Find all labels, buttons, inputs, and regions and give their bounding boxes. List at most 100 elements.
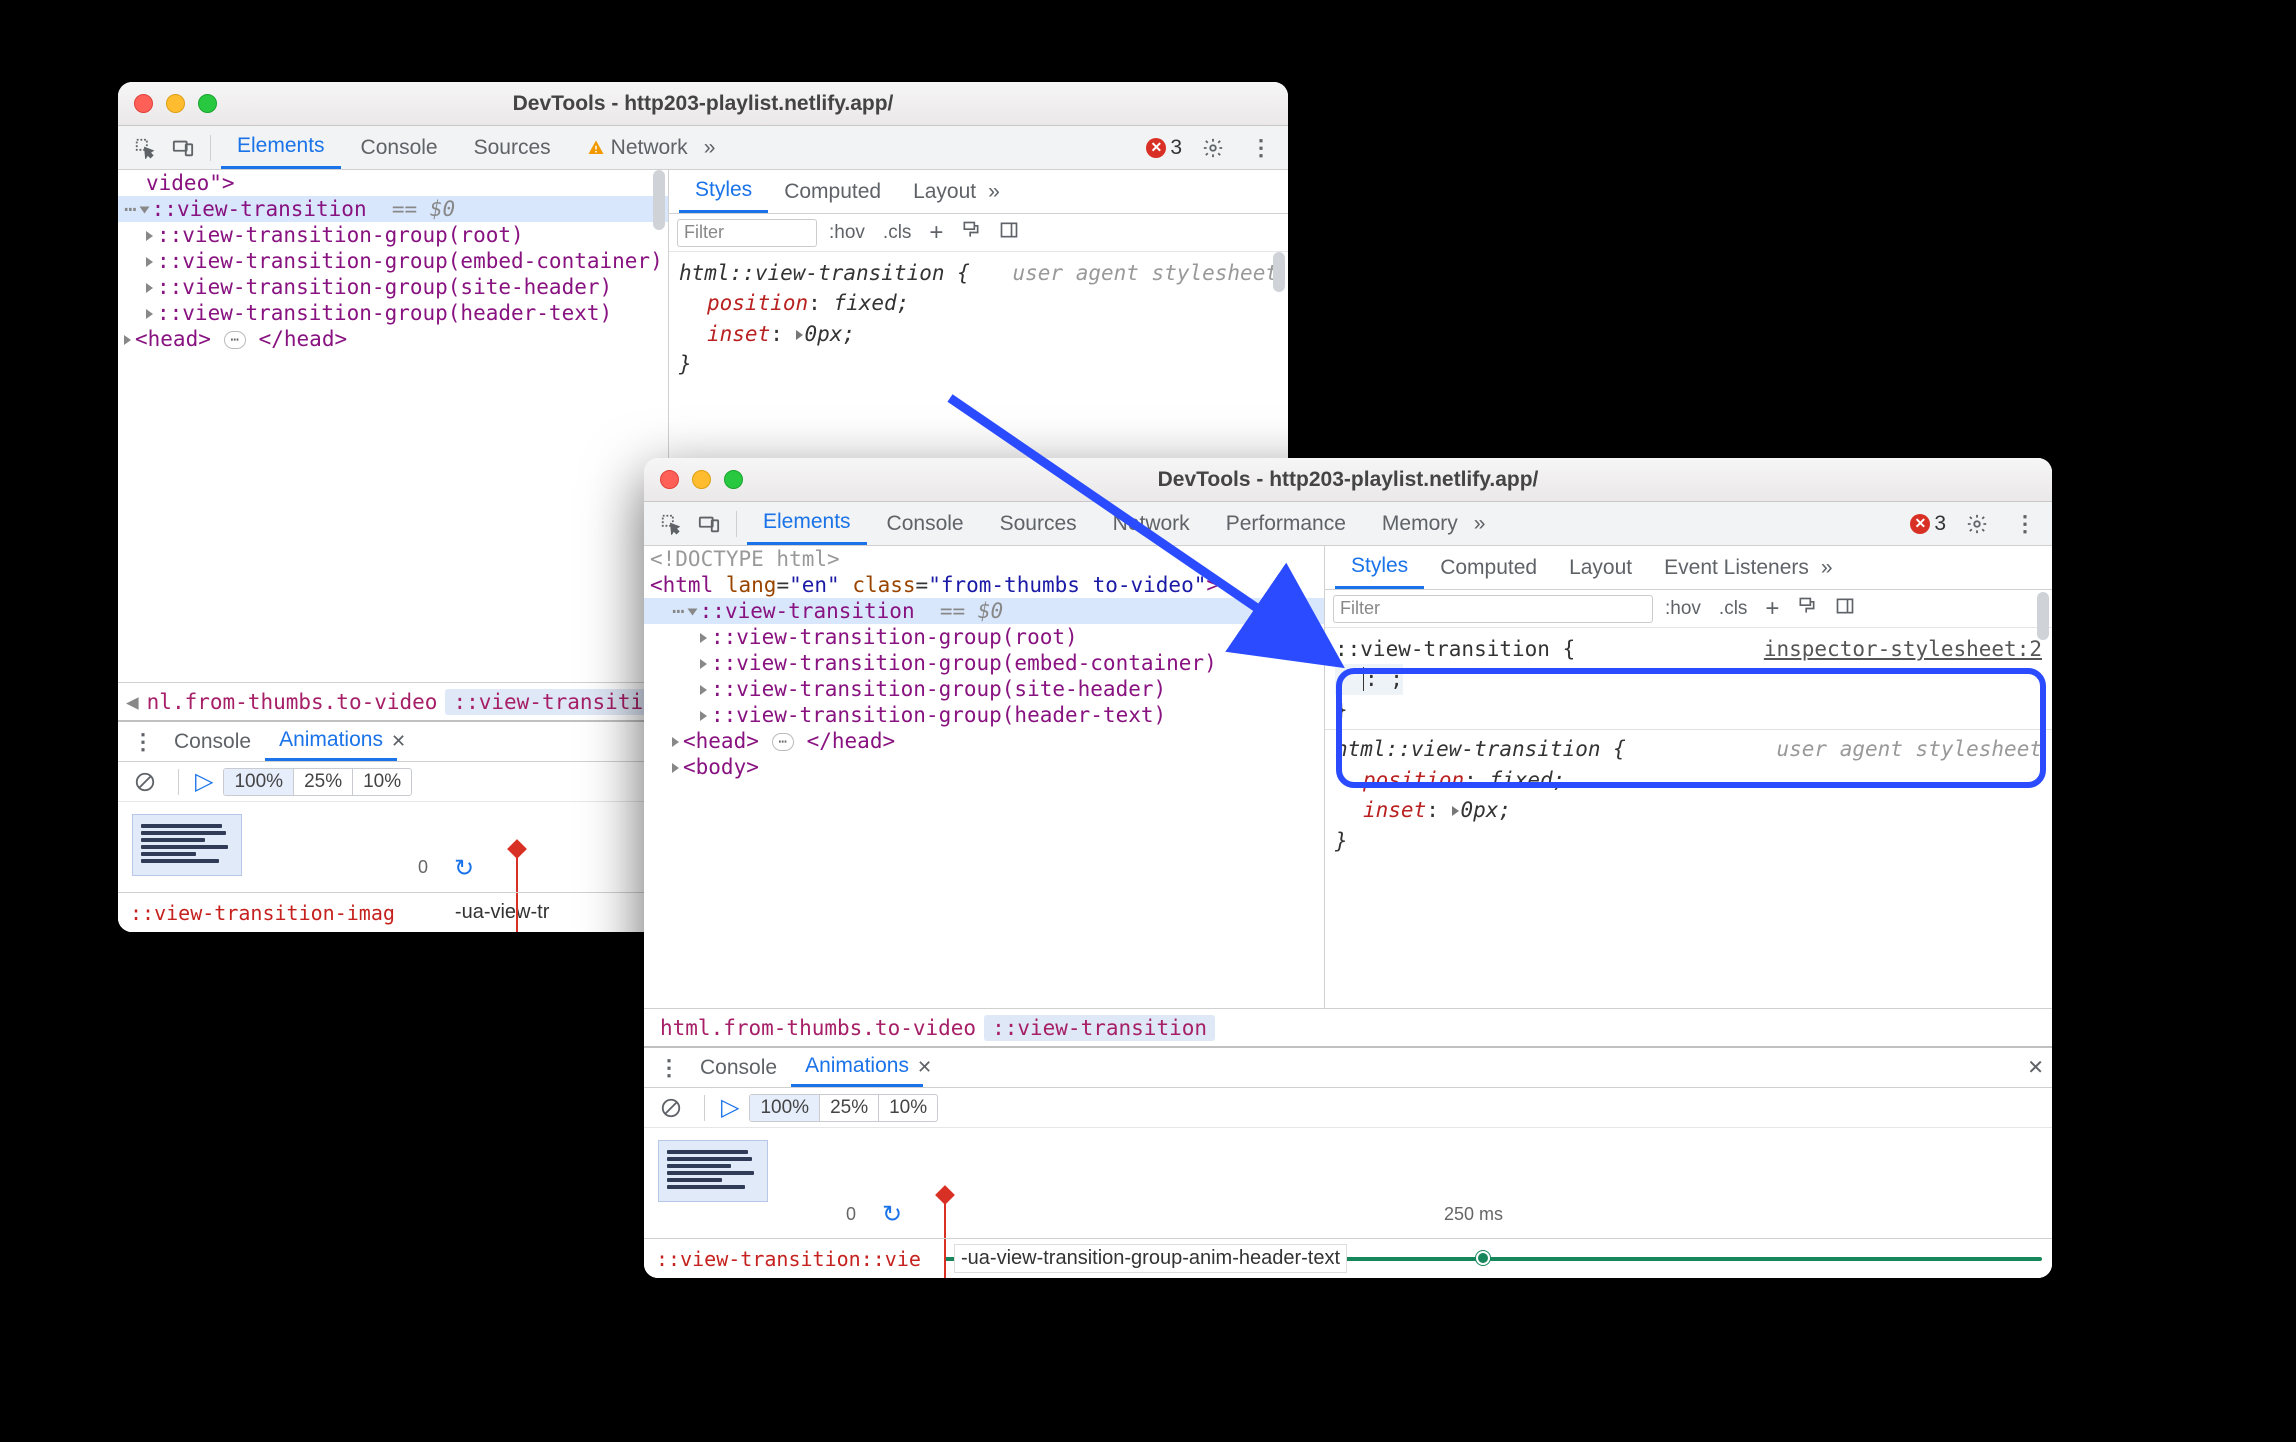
more-styles-tabs-icon[interactable]: » <box>988 180 1000 204</box>
styles-tab-layout[interactable]: Layout <box>897 170 992 213</box>
more-tabs-icon[interactable]: » <box>1474 512 1486 536</box>
clear-icon[interactable] <box>128 765 162 799</box>
playhead-handle[interactable] <box>935 1185 955 1205</box>
kebab-icon[interactable] <box>1244 131 1278 165</box>
styles-tab-styles[interactable]: Styles <box>1335 546 1424 589</box>
drawer-tab-animations[interactable]: Animations <box>265 722 397 761</box>
dom-node[interactable]: ::view-transition-group(embed-container) <box>644 650 1324 676</box>
hov-toggle[interactable]: :hov <box>823 222 871 244</box>
tab-sources[interactable]: Sources <box>458 126 567 169</box>
dom-node[interactable]: <head> ⋯ </head> <box>644 728 1324 754</box>
drawer-tab-console[interactable]: Console <box>160 722 265 761</box>
crumb-selected[interactable]: ::view-transition <box>984 1015 1215 1041</box>
replay-icon[interactable]: ↻ <box>882 1200 902 1229</box>
close-window-icon[interactable] <box>660 470 679 489</box>
close-window-icon[interactable] <box>134 94 153 113</box>
tab-performance[interactable]: Performance <box>1210 502 1362 545</box>
styles-rules[interactable]: inspector-stylesheet:2 ::view-transition… <box>1325 628 2052 862</box>
hov-toggle[interactable]: :hov <box>1659 598 1707 620</box>
dom-tree[interactable]: <!DOCTYPE html> <html lang="en" class="f… <box>644 546 1324 1008</box>
tab-console[interactable]: Console <box>871 502 980 545</box>
dom-node[interactable]: ::view-transition-group(embed-container) <box>118 248 668 274</box>
play-icon[interactable]: ▷ <box>721 1093 739 1122</box>
play-icon[interactable]: ▷ <box>195 767 213 796</box>
tab-elements[interactable]: Elements <box>747 502 867 545</box>
styles-tab-event-listeners[interactable]: Event Listeners <box>1648 546 1825 589</box>
styles-filter-input[interactable]: Filter <box>1333 595 1653 623</box>
dom-node[interactable]: ::view-transition-group(root) <box>118 222 668 248</box>
close-drawer-icon[interactable]: ✕ <box>2027 1055 2044 1080</box>
styles-tab-computed[interactable]: Computed <box>1424 546 1553 589</box>
animations-timeline[interactable]: 0 ↻ 250 ms <box>644 1128 2052 1238</box>
keyframe-knob[interactable] <box>1476 1251 1490 1265</box>
dom-node[interactable]: <body> <box>644 754 1324 780</box>
speed-10[interactable]: 10% <box>353 769 411 795</box>
sidebar-icon[interactable] <box>993 220 1025 246</box>
tab-network[interactable]: Network <box>1097 502 1206 545</box>
dom-node[interactable]: ::view-transition-group(root) <box>644 624 1324 650</box>
stylesheet-link[interactable]: inspector-stylesheet:2 <box>1764 634 2042 664</box>
kebab-icon[interactable] <box>2008 507 2042 541</box>
minimize-window-icon[interactable] <box>692 470 711 489</box>
gear-icon[interactable] <box>1960 507 1994 541</box>
close-tab-icon[interactable]: ✕ <box>391 731 406 752</box>
close-tab-icon[interactable]: ✕ <box>917 1057 932 1078</box>
dom-node[interactable]: ::view-transition-group(site-header) <box>644 676 1324 702</box>
zoom-window-icon[interactable] <box>198 94 217 113</box>
new-prop-input[interactable]: : ; <box>1335 664 1403 694</box>
device-icon[interactable] <box>166 131 200 165</box>
drawer-kebab-icon[interactable] <box>652 1051 686 1085</box>
speed-25[interactable]: 25% <box>294 769 353 795</box>
inspect-icon[interactable] <box>128 131 162 165</box>
drawer-kebab-icon[interactable] <box>126 725 160 759</box>
animation-thumb[interactable] <box>658 1140 768 1202</box>
minimize-window-icon[interactable] <box>166 94 185 113</box>
dom-selected-node[interactable]: ⋯::view-transition == $0 <box>118 196 668 222</box>
crumb-selected[interactable]: ::view-transition <box>445 689 676 715</box>
paint-icon[interactable] <box>1791 596 1823 622</box>
tab-network[interactable]: Network <box>571 126 704 169</box>
crumb-html[interactable]: html.from-thumbs.to-video <box>652 1016 984 1040</box>
styles-tab-styles[interactable]: Styles <box>679 170 768 213</box>
drawer-tab-console[interactable]: Console <box>686 1048 791 1087</box>
paint-icon[interactable] <box>955 220 987 246</box>
speed-100[interactable]: 100% <box>750 1095 820 1121</box>
dom-selected-node[interactable]: ⋯::view-transition == $0 <box>644 598 1324 624</box>
dom-node[interactable]: ::view-transition-group(site-header) <box>118 274 668 300</box>
styles-tab-computed[interactable]: Computed <box>768 170 897 213</box>
more-styles-tabs-icon[interactable]: » <box>1821 556 1833 580</box>
styles-filter-input[interactable]: Filter <box>677 219 817 247</box>
new-rule-icon[interactable]: + <box>1759 595 1785 623</box>
gear-icon[interactable] <box>1196 131 1230 165</box>
dom-tree[interactable]: video"> ⋯::view-transition == $0 ::view-… <box>118 170 668 682</box>
speed-10[interactable]: 10% <box>879 1095 937 1121</box>
tab-sources[interactable]: Sources <box>984 502 1093 545</box>
inspect-icon[interactable] <box>654 507 688 541</box>
cls-toggle[interactable]: .cls <box>1713 598 1754 620</box>
playhead-handle[interactable] <box>507 839 527 859</box>
dom-node[interactable]: <html lang="en" class="from-thumbs to-vi… <box>644 572 1324 598</box>
dom-node[interactable]: <head> ⋯ </head> <box>118 326 668 352</box>
replay-icon[interactable]: ↻ <box>454 854 474 883</box>
cls-toggle[interactable]: .cls <box>877 222 918 244</box>
zoom-window-icon[interactable] <box>724 470 743 489</box>
new-rule-icon[interactable]: + <box>923 219 949 247</box>
sidebar-icon[interactable] <box>1829 596 1861 622</box>
speed-100[interactable]: 100% <box>224 769 294 795</box>
tab-elements[interactable]: Elements <box>221 126 341 169</box>
styles-tab-layout[interactable]: Layout <box>1553 546 1648 589</box>
device-icon[interactable] <box>692 507 726 541</box>
drawer-tab-animations[interactable]: Animations <box>791 1048 923 1087</box>
dom-node[interactable]: ::view-transition-group(header-text) <box>644 702 1324 728</box>
animation-thumb[interactable] <box>132 814 242 876</box>
breadcrumb[interactable]: html.from-thumbs.to-video ::view-transit… <box>644 1008 2052 1046</box>
error-count-badge[interactable]: ✕ 3 <box>1146 136 1182 160</box>
crumb-html[interactable]: nl.from-thumbs.to-video <box>139 690 446 714</box>
clear-icon[interactable] <box>654 1091 688 1125</box>
tab-memory[interactable]: Memory <box>1366 502 1474 545</box>
styles-rules[interactable]: user agent stylesheethtml::view-transiti… <box>669 252 1288 386</box>
more-tabs-icon[interactable]: » <box>704 136 716 160</box>
animation-row[interactable]: ::view-transition::vie -ua-view-transiti… <box>644 1238 2052 1278</box>
speed-25[interactable]: 25% <box>820 1095 879 1121</box>
dom-node[interactable]: ::view-transition-group(header-text) <box>118 300 668 326</box>
